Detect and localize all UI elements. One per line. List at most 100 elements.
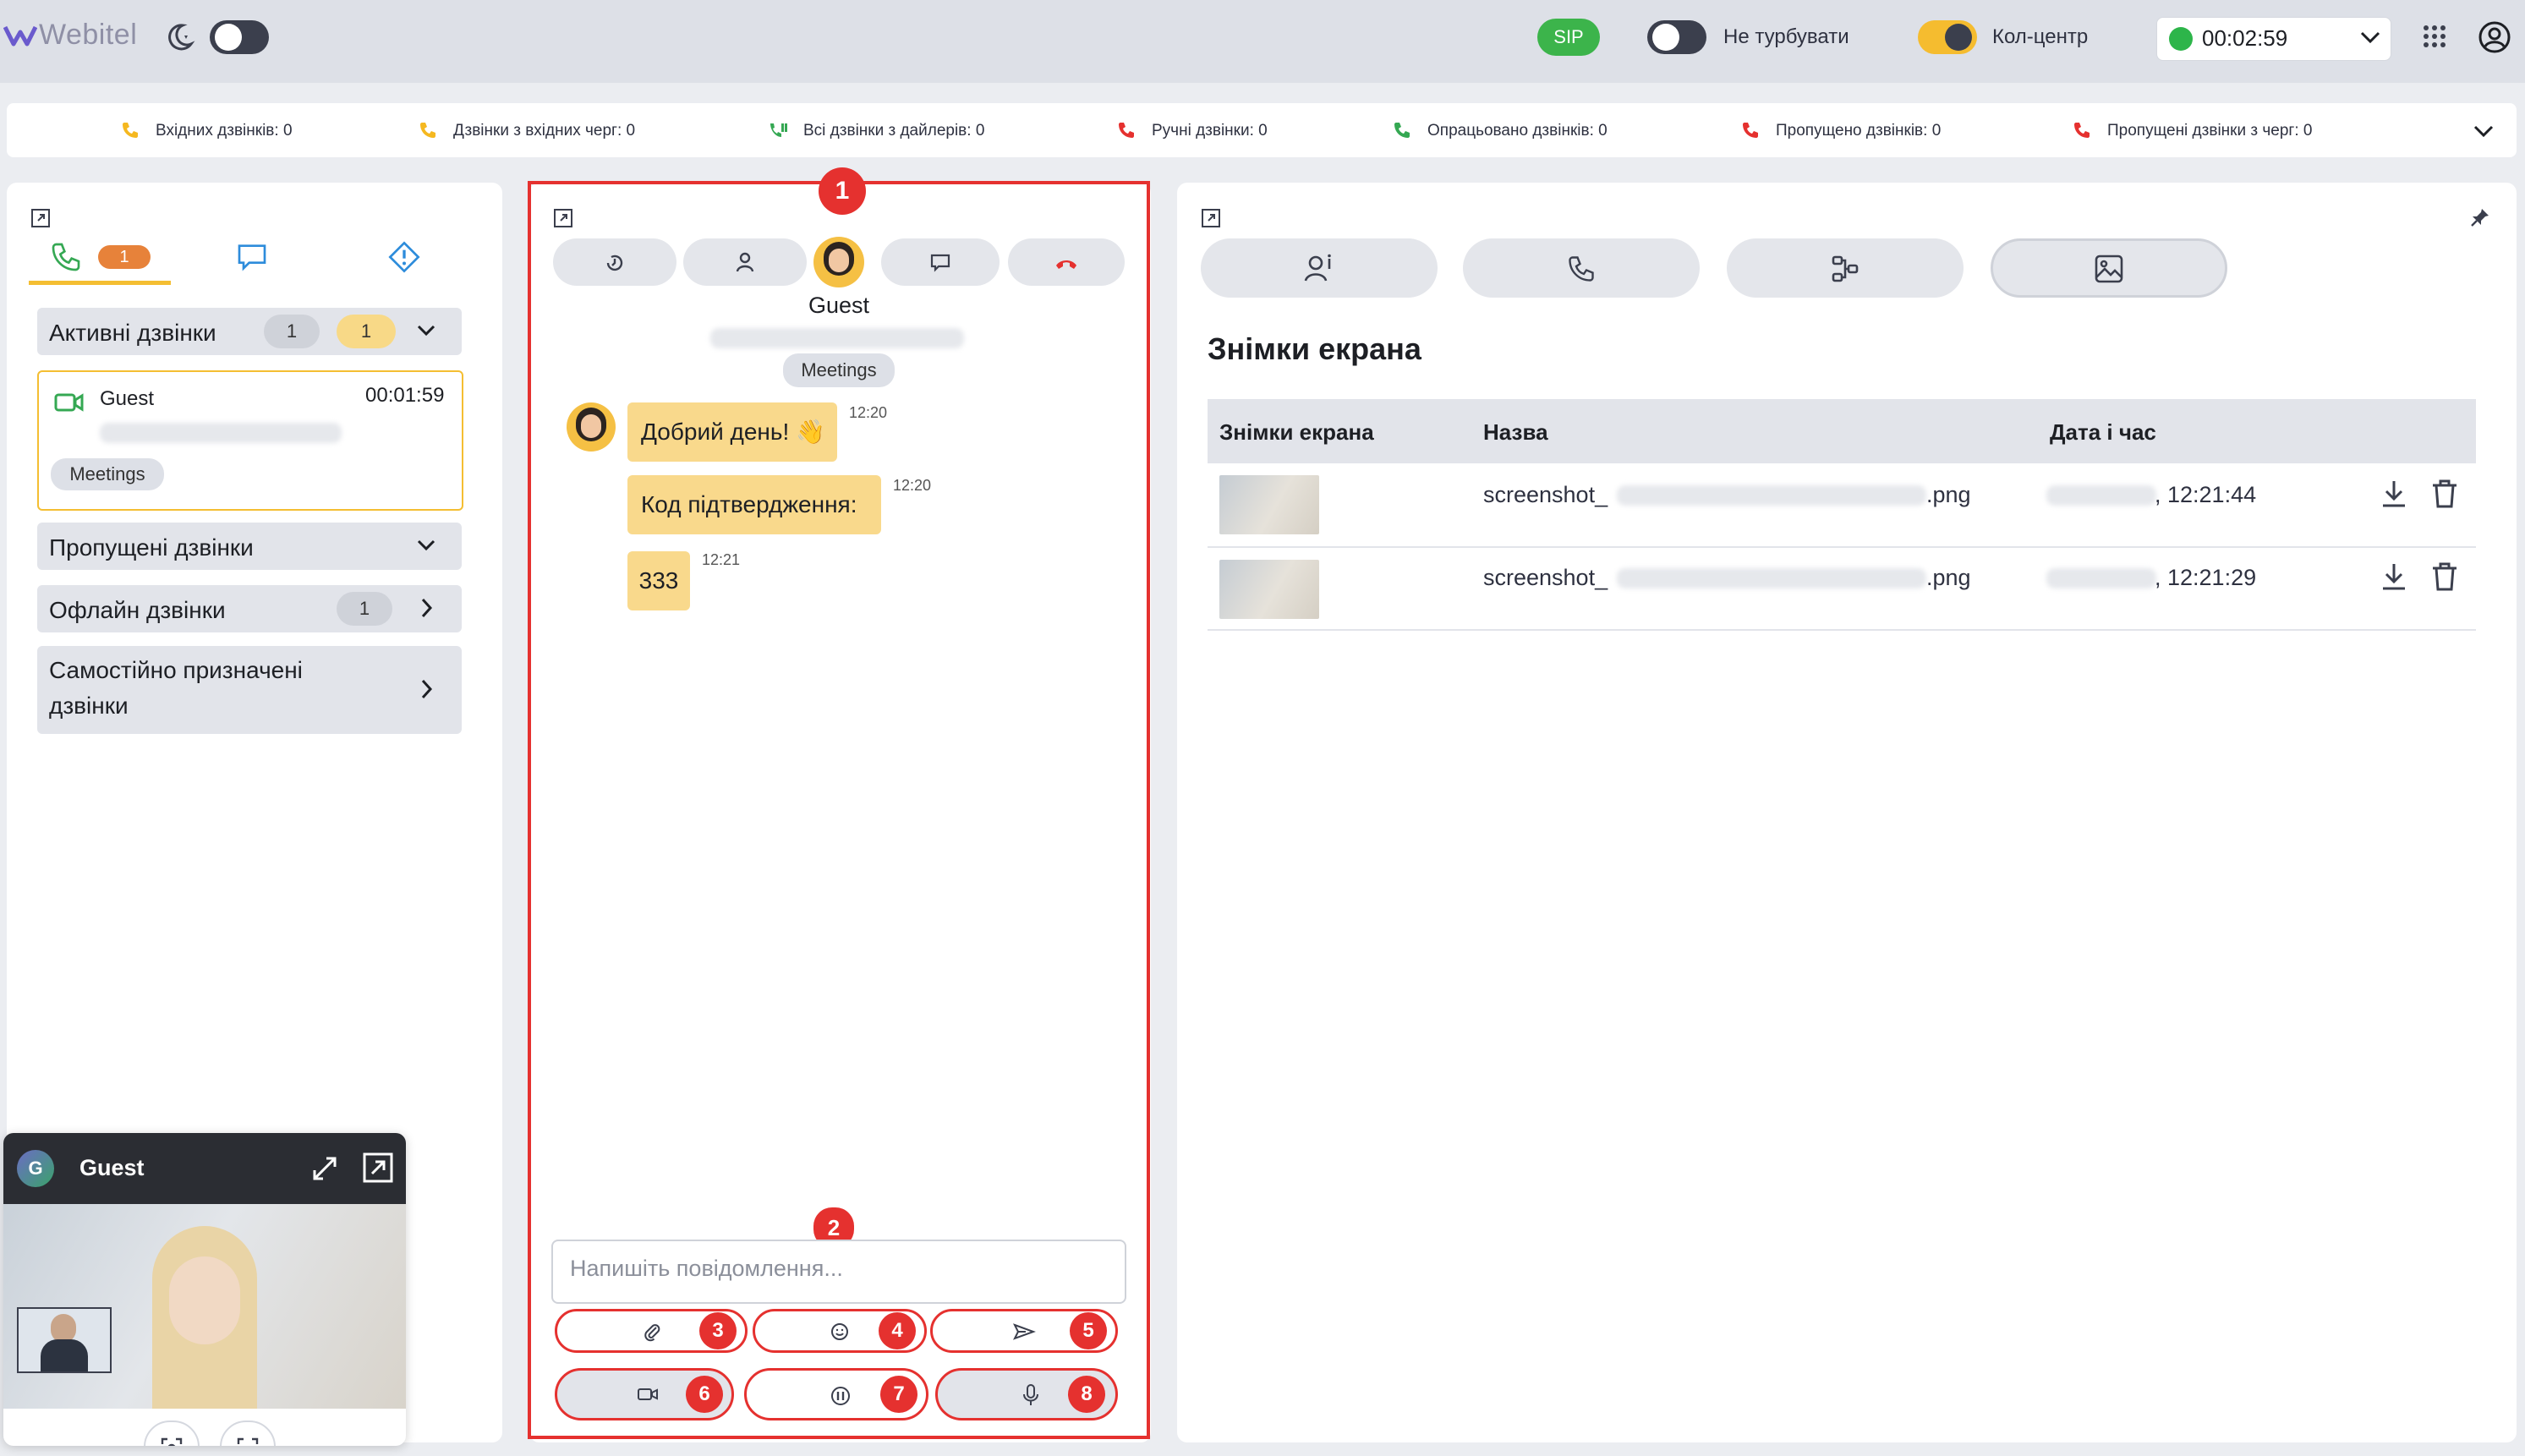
online-status-dot xyxy=(2169,27,2193,51)
video-avatar: G xyxy=(17,1150,54,1187)
apps-grid-icon[interactable] xyxy=(2422,24,2447,49)
chevron-down-icon[interactable] xyxy=(416,538,436,553)
end-call-button[interactable] xyxy=(1008,238,1125,286)
theme-toggle[interactable] xyxy=(210,20,269,54)
focus-button[interactable] xyxy=(220,1420,276,1446)
download-icon[interactable] xyxy=(2380,561,2408,592)
history-icon xyxy=(604,252,626,274)
message-time: 12:20 xyxy=(849,404,888,421)
calls-tab-phone-icon[interactable] xyxy=(49,240,83,274)
self-video-thumbnail[interactable] xyxy=(17,1307,112,1373)
microphone-button[interactable]: 8 xyxy=(935,1368,1118,1420)
marker-6: 6 xyxy=(686,1376,723,1413)
expand-panel-icon[interactable] xyxy=(553,208,573,228)
tab-call-info[interactable] xyxy=(1463,238,1700,298)
call-center-toggle[interactable] xyxy=(1918,20,1977,54)
chevron-down-icon[interactable] xyxy=(2359,29,2381,46)
smile-icon xyxy=(830,1322,850,1342)
delete-icon[interactable] xyxy=(2430,479,2459,509)
screenshot-date-blurred xyxy=(2046,485,2156,506)
contact-button[interactable] xyxy=(683,238,807,286)
webitel-logo-icon xyxy=(3,22,37,49)
video-preview-window[interactable]: G Guest xyxy=(3,1133,406,1446)
screenshot-thumbnail[interactable] xyxy=(1219,560,1319,619)
active-calls-section[interactable]: Активні дзвінки 1 1 xyxy=(37,308,462,355)
chat-icon xyxy=(929,252,951,274)
offline-calls-section[interactable]: Офлайн дзвінки 1 xyxy=(37,585,462,632)
pause-icon xyxy=(830,1385,852,1407)
focus-icon xyxy=(237,1437,259,1446)
column-header-datetime: Дата і час xyxy=(2050,419,2156,445)
hold-button[interactable]: 7 xyxy=(744,1368,928,1420)
stat-processed[interactable]: Опрацьовано дзвінків: 0 xyxy=(1427,122,1608,140)
page-title: Знімки екрана xyxy=(1208,331,1421,366)
chevron-down-icon[interactable] xyxy=(416,323,436,338)
stat-dialer[interactable]: Всі дзвінки з дайлерів: 0 xyxy=(803,122,984,140)
caller-contact-blurred xyxy=(100,423,342,443)
microphone-icon xyxy=(1021,1383,1041,1407)
screenshot-name-prefix: screenshot_ xyxy=(1483,482,1608,507)
chat-tab-icon[interactable] xyxy=(235,240,269,274)
active-tab-indicator xyxy=(29,281,171,285)
chevron-right-icon[interactable] xyxy=(419,597,435,619)
fullscreen-icon[interactable] xyxy=(311,1155,338,1182)
screenshot-time: , 12:21:44 xyxy=(2155,482,2257,507)
video-caller-name: Guest xyxy=(79,1155,145,1180)
screenshot-name-blurred xyxy=(1617,568,1926,588)
stat-incoming[interactable]: Вхідних дзвінків: 0 xyxy=(156,122,293,140)
marker-8: 8 xyxy=(1068,1376,1105,1413)
row-divider xyxy=(1208,546,2476,548)
screenshot-name-suffix: .png xyxy=(1926,482,1971,507)
stats-expand-chevron-icon[interactable] xyxy=(2473,123,2495,139)
video-toggle-button[interactable]: 6 xyxy=(555,1368,734,1420)
stat-manual[interactable]: Ручні дзвінки: 0 xyxy=(1152,122,1268,140)
message-bubble: 333 xyxy=(627,551,690,610)
delete-icon[interactable] xyxy=(2430,561,2459,592)
chat-button[interactable] xyxy=(881,238,1000,286)
self-assigned-calls-section[interactable]: Самостійно призначені дзвінки xyxy=(37,646,462,734)
expand-panel-icon[interactable] xyxy=(1201,208,1221,228)
chevron-right-icon[interactable] xyxy=(419,678,435,700)
tab-client-info[interactable] xyxy=(1201,238,1438,298)
popout-icon[interactable] xyxy=(362,1152,394,1184)
stat-missed-queue[interactable]: Пропущені дзвінки з черг: 0 xyxy=(2107,122,2312,140)
pin-icon[interactable] xyxy=(2469,206,2491,228)
app-logo-text: Webitel xyxy=(39,19,138,51)
user-account-icon[interactable] xyxy=(2478,20,2511,54)
image-gallery-icon xyxy=(2094,254,2124,284)
night-mode-icon[interactable] xyxy=(162,20,196,54)
tab-flow[interactable] xyxy=(1727,238,1964,298)
marker-7: 7 xyxy=(880,1376,917,1413)
dialer-icon xyxy=(768,120,788,140)
send-button[interactable]: 5 xyxy=(930,1309,1118,1353)
screenshot-thumbnail[interactable] xyxy=(1219,475,1319,534)
history-button[interactable] xyxy=(553,238,676,286)
attach-file-button[interactable]: 3 xyxy=(555,1309,748,1353)
phone-icon xyxy=(1566,254,1597,284)
alert-tab-icon[interactable] xyxy=(387,240,421,274)
sip-status-badge: SIP xyxy=(1537,19,1600,56)
message-input[interactable] xyxy=(568,1255,1113,1283)
flow-scheme-icon xyxy=(1830,254,1860,284)
call-tag-chip: Meetings xyxy=(51,458,164,490)
do-not-disturb-label: Не турбувати xyxy=(1723,25,1849,48)
do-not-disturb-toggle[interactable] xyxy=(1647,20,1706,54)
expand-panel-icon[interactable] xyxy=(30,208,51,228)
stat-queue[interactable]: Дзвінки з вхідних черг: 0 xyxy=(453,122,635,140)
screenshot-button[interactable] xyxy=(144,1420,200,1446)
emoji-button[interactable]: 4 xyxy=(753,1309,927,1353)
missed-calls-section[interactable]: Пропущені дзвінки xyxy=(37,523,462,570)
message-input-box[interactable] xyxy=(551,1240,1126,1304)
missed-call-icon xyxy=(1740,120,1761,140)
marker-1: 1 xyxy=(819,167,866,215)
call-center-label: Кол-центр xyxy=(1992,25,2089,48)
screenshot-icon xyxy=(161,1437,183,1446)
table-header xyxy=(1208,399,2476,463)
workspace-panel xyxy=(1177,183,2517,1442)
top-bar xyxy=(0,0,2525,83)
queue-call-icon xyxy=(418,120,438,140)
stat-missed[interactable]: Пропущено дзвінків: 0 xyxy=(1776,122,1941,140)
send-icon xyxy=(1012,1322,1036,1342)
download-icon[interactable] xyxy=(2380,479,2408,509)
tab-screenshots[interactable] xyxy=(1991,238,2227,298)
